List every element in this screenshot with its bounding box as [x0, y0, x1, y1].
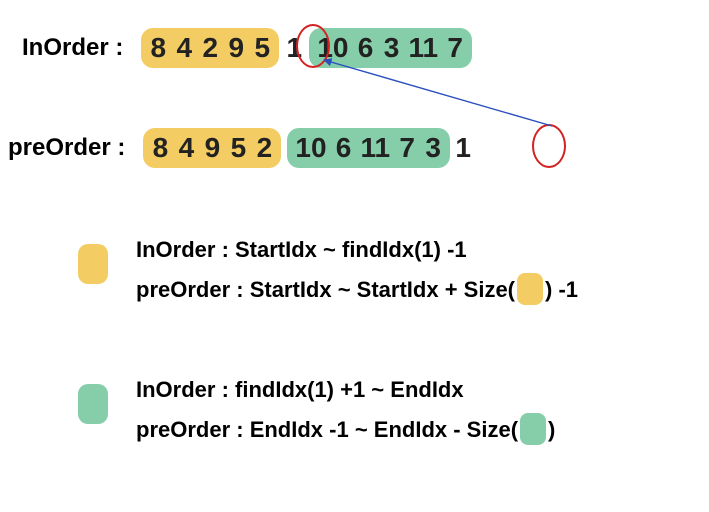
yellow-inline-swatch-icon [517, 273, 543, 305]
inorder-num: 11 [409, 32, 439, 64]
inorder-num: 10 [317, 32, 348, 64]
green-swatch-icon [78, 384, 108, 424]
legend-green-text: InOrder : findIdx(1) +1 ~ EndIdx preOrde… [136, 370, 555, 449]
inorder-num: 5 [253, 32, 271, 64]
inorder-sequence: 8 4 2 9 5 1 10 6 3 11 7 [141, 28, 472, 68]
preorder-num: 11 [361, 132, 391, 164]
legend-yellow-pre: preOrder : StartIdx ~ StartIdx + Size( ) … [136, 270, 578, 310]
inorder-num: 7 [446, 32, 464, 64]
inorder-row: InOrder : 8 4 2 9 5 1 10 6 3 11 7 [22, 28, 472, 68]
legend-yellow: InOrder : StartIdx ~ findIdx(1) -1 preOr… [78, 230, 578, 309]
preorder-num: 2 [255, 132, 273, 164]
inorder-num: 6 [357, 32, 375, 64]
legend-yellow-text: InOrder : StartIdx ~ findIdx(1) -1 preOr… [136, 230, 578, 309]
legend-green: InOrder : findIdx(1) +1 ~ EndIdx preOrde… [78, 370, 555, 449]
preorder-root-circle-icon [532, 124, 566, 168]
preorder-num: 4 [177, 132, 195, 164]
yellow-swatch-icon [78, 244, 108, 284]
preorder-label: preOrder : [8, 134, 125, 162]
legend-green-in: InOrder : findIdx(1) +1 ~ EndIdx [136, 370, 555, 410]
inorder-num: 9 [227, 32, 245, 64]
preorder-num: 3 [424, 132, 442, 164]
legend-green-pre-suffix: ) [548, 417, 555, 442]
inorder-left-group: 8 4 2 9 5 [141, 28, 279, 68]
legend-yellow-pre-prefix: preOrder : StartIdx ~ StartIdx + Size( [136, 277, 515, 302]
preorder-num: 8 [151, 132, 169, 164]
inorder-root: 1 [285, 32, 303, 64]
preorder-root: 1 [454, 132, 472, 164]
inorder-num: 4 [175, 32, 193, 64]
inorder-num: 2 [201, 32, 219, 64]
preorder-num: 7 [398, 132, 416, 164]
preorder-num: 5 [229, 132, 247, 164]
legend-green-pre: preOrder : EndIdx -1 ~ EndIdx - Size() [136, 410, 555, 450]
inorder-num: 8 [149, 32, 167, 64]
preorder-num: 6 [335, 132, 353, 164]
preorder-left-group: 8 4 9 5 2 [143, 128, 281, 168]
legend-green-pre-prefix: preOrder : EndIdx -1 ~ EndIdx - Size( [136, 417, 518, 442]
green-inline-swatch-icon [520, 413, 546, 445]
preorder-num: 9 [203, 132, 221, 164]
preorder-num: 10 [295, 132, 326, 164]
legend-yellow-in: InOrder : StartIdx ~ findIdx(1) -1 [136, 230, 578, 270]
inorder-right-group: 10 6 3 11 7 [309, 28, 472, 68]
inorder-label: InOrder : [22, 34, 123, 62]
preorder-row: preOrder : 8 4 9 5 2 10 6 11 7 3 1 [8, 128, 472, 168]
preorder-sequence: 8 4 9 5 2 10 6 11 7 3 1 [143, 128, 472, 168]
legend-yellow-pre-suffix: ) -1 [545, 277, 578, 302]
preorder-right-group: 10 6 11 7 3 [287, 128, 450, 168]
inorder-num: 3 [383, 32, 401, 64]
